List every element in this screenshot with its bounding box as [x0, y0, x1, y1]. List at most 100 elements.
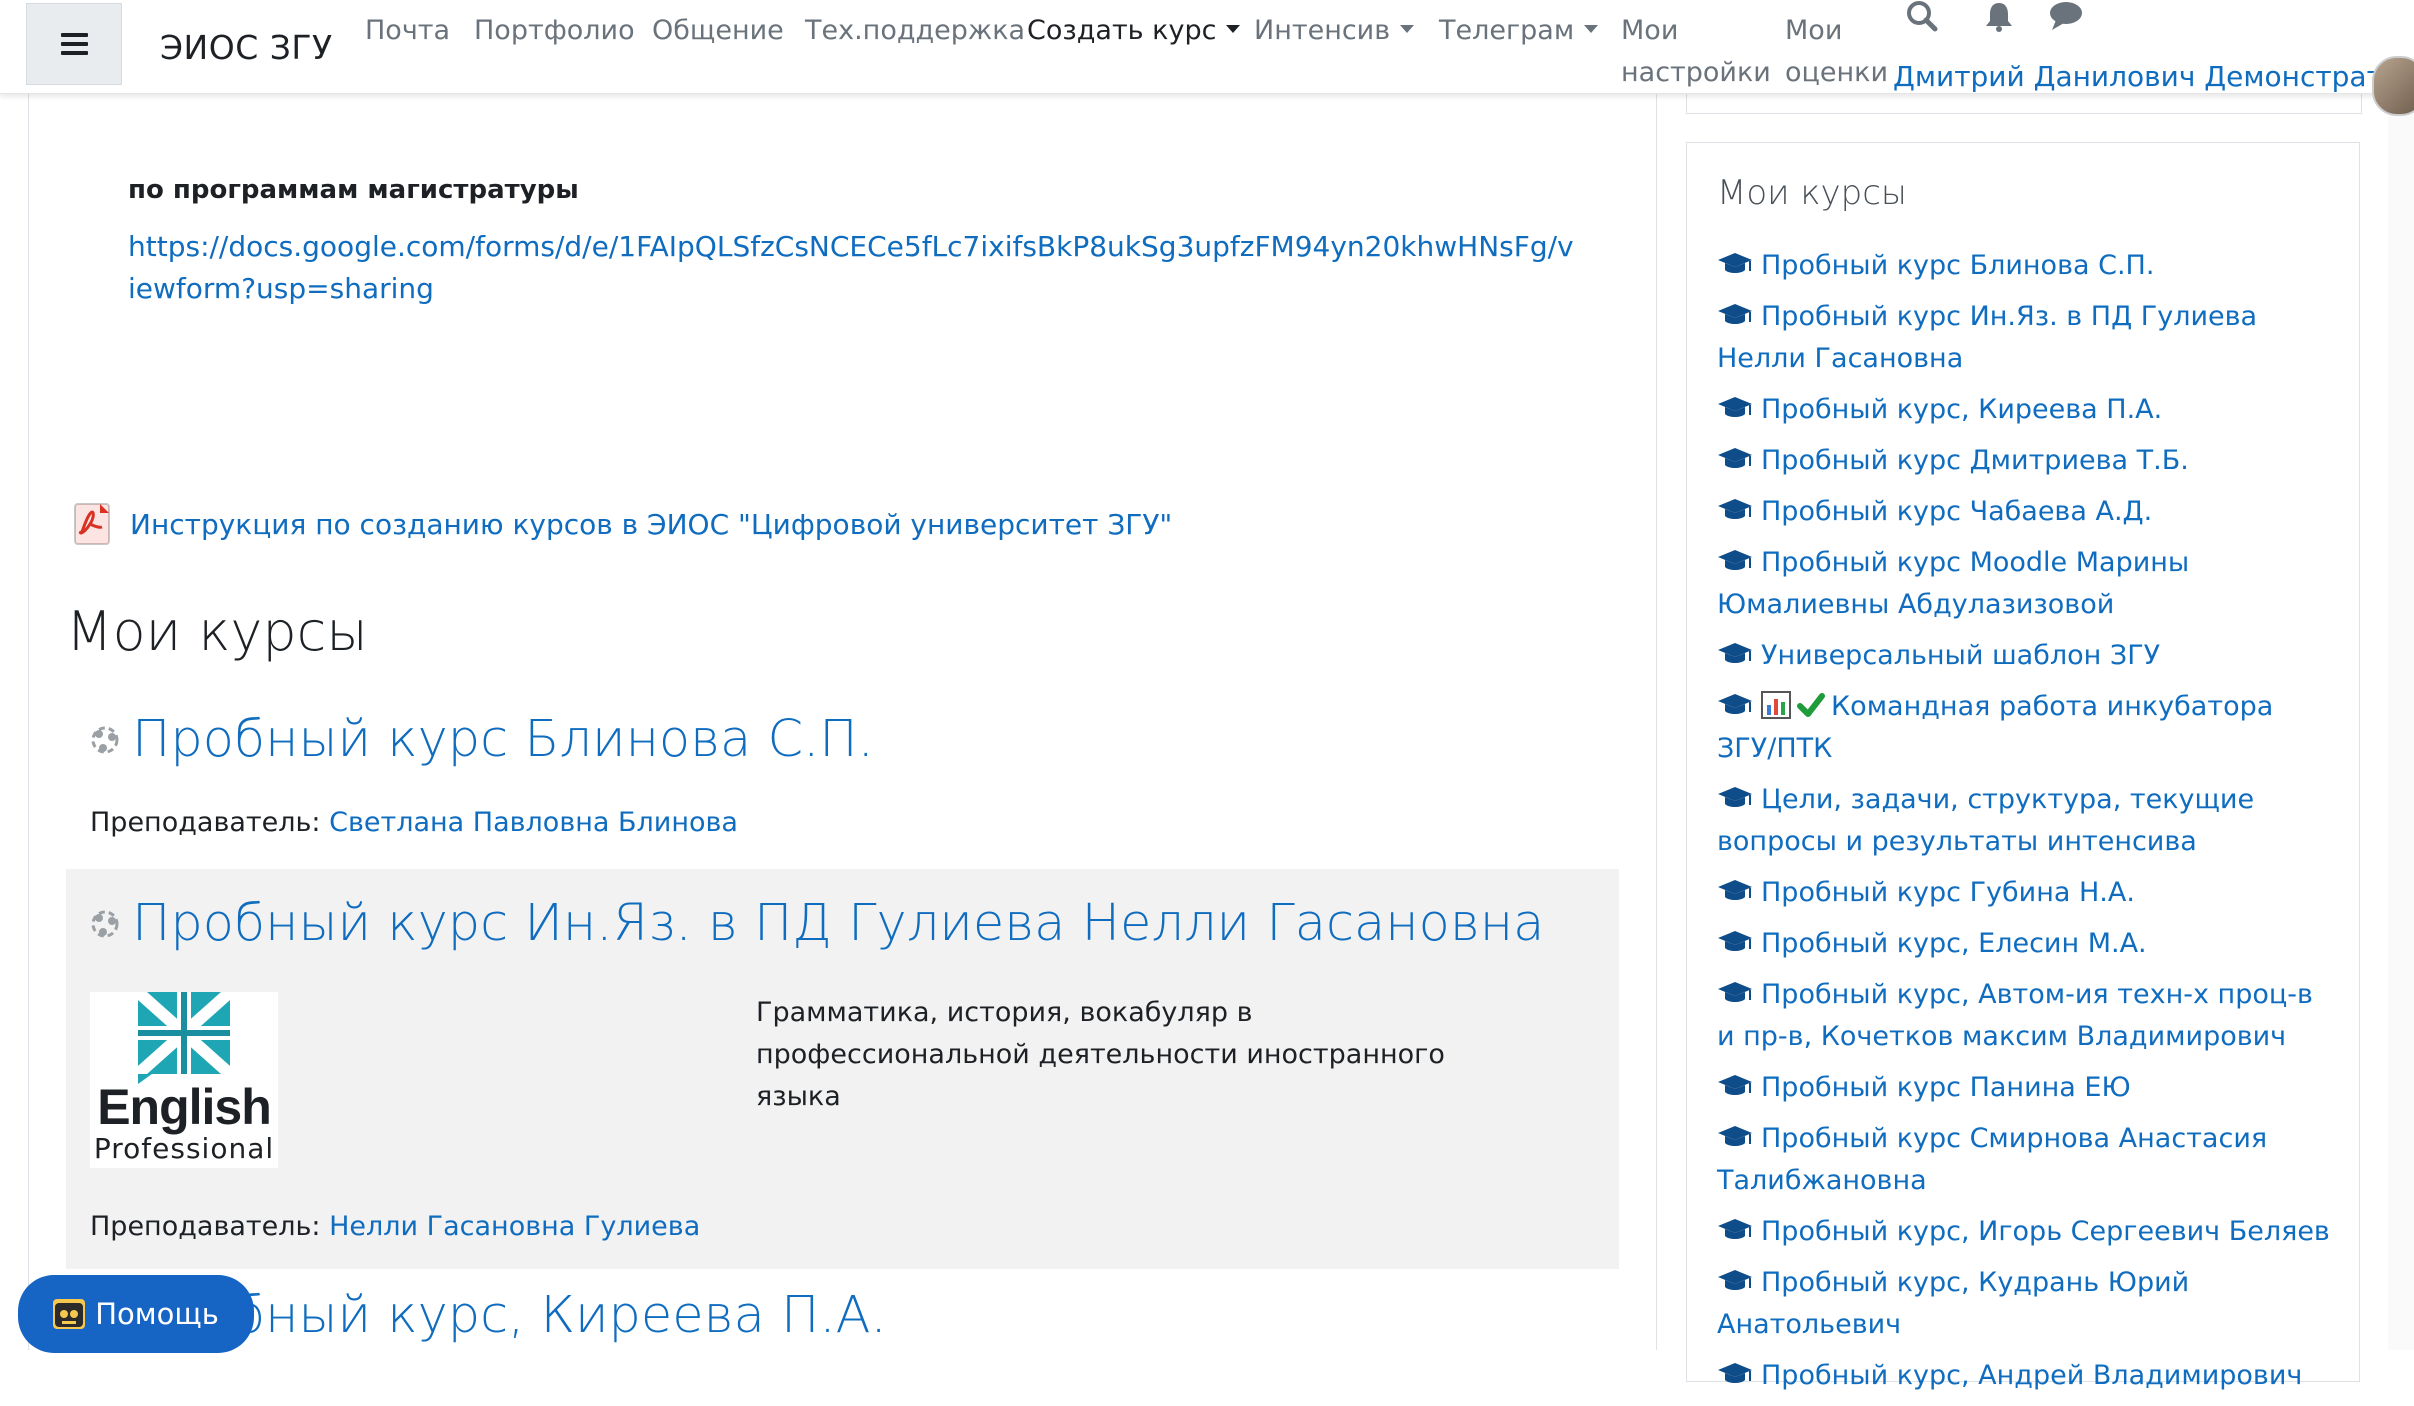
sidebar-course-label: Пробный курс Moodle Марины Юмалиевны Абд…	[1717, 547, 2190, 620]
pdf-resource-link[interactable]: Инструкция по созданию курсов в ЭИОС "Ци…	[72, 502, 1172, 546]
graduation-cap-icon	[1718, 879, 1752, 900]
sidebar-course-link[interactable]: Пробный курс Губина Н.А.	[1717, 872, 2337, 914]
sidebar-course-label: Пробный курс Панина ЕЮ	[1761, 1072, 2131, 1103]
course-item: Пробный курс Блинова С.П. Преподаватель:…	[66, 700, 1619, 860]
user-avatar[interactable]	[2372, 56, 2414, 116]
graduation-cap-icon	[1718, 642, 1752, 663]
sidebar-course-link[interactable]: Пробный курс Moodle Марины Юмалиевны Абд…	[1717, 542, 2337, 626]
nav-link-communication[interactable]: Общение	[652, 10, 784, 51]
sidebar-course-label: Пробный курс Блинова С.П.	[1761, 250, 2155, 281]
help-button-label: Помощь	[95, 1297, 219, 1331]
sidebar-course-label: Пробный курс, Киреева П.А.	[1761, 394, 2163, 425]
notification-bell-icon[interactable]	[1982, 0, 2016, 34]
sidebar-course-link[interactable]: Пробный курс, Киреева П.А.	[1717, 389, 2337, 431]
help-mascot-icon	[53, 1299, 86, 1329]
my-courses-heading: Мои курсы	[66, 600, 368, 663]
user-menu-name[interactable]: Дмитрий Данилович Демонстратор	[1893, 60, 2414, 93]
caret-down-icon	[1584, 24, 1599, 33]
sidebar-course-label: Пробный курс, Андрей Владимирович	[1761, 1360, 2303, 1391]
graduation-cap-icon	[1718, 981, 1752, 1002]
sidebar-course-label: Пробный курс Чабаева А.Д.	[1761, 496, 2153, 527]
course-icon	[91, 726, 119, 753]
top-navbar: ЭИОС ЗГУ Почта Портфолио Общение Тех.под…	[0, 0, 2414, 116]
nav-link-my-settings[interactable]: Мои настройки	[1621, 10, 1771, 94]
sidebar-prev-block	[1686, 93, 2362, 114]
hamburger-icon	[60, 33, 88, 37]
graduation-cap-icon	[1718, 930, 1752, 951]
sidebar-course-link[interactable]: Пробный курс Блинова С.П.	[1717, 245, 2337, 287]
svg-text:Professional: Professional	[94, 1132, 274, 1165]
graduation-cap-icon	[1718, 396, 1752, 417]
graduation-cap-icon	[1718, 498, 1752, 519]
sidebar-course-label: Пробный курс, Кудрань Юрий Анатольевич	[1717, 1267, 2190, 1340]
bar-chart-emoji-icon	[1761, 690, 1791, 719]
help-button[interactable]: Помощь	[18, 1275, 254, 1353]
course-image[interactable]: English Professional	[90, 987, 278, 1168]
graduation-cap-icon	[1718, 1269, 1752, 1290]
course-item: Пробный курс Ин.Яз. в ПД Гулиева Нелли Г…	[66, 869, 1619, 1269]
search-icon[interactable]	[1905, 0, 1939, 34]
masters-heading: по программам магистратуры	[128, 175, 579, 205]
nav-link-my-grades[interactable]: Мои оценки	[1785, 10, 1888, 94]
sidebar-course-link[interactable]: Пробный курс Чабаева А.Д.	[1717, 491, 2337, 533]
sidebar-course-link[interactable]: Командная работа инкубатора ЗГУ/ПТК	[1717, 686, 2337, 770]
sidebar-course-link[interactable]: Пробный курс, Игорь Сергеевич Беляев	[1717, 1211, 2337, 1253]
sidebar-course-label: Пробный курс Губина Н.А.	[1761, 877, 2135, 908]
graduation-cap-icon	[1718, 549, 1752, 570]
check-mark-icon	[1797, 692, 1825, 717]
english-professional-logo: English Professional	[90, 987, 278, 1168]
teacher-link[interactable]: Светлана Павловна Блинова	[329, 807, 738, 838]
course-summary: Грамматика, история, вокабуляр в професс…	[756, 997, 1445, 1112]
course-title-link[interactable]: Пробный курс Блинова С.П.	[132, 710, 874, 769]
sidebar-course-label: Пробный курс Ин.Яз. в ПД Гулиева Нелли Г…	[1717, 301, 2258, 374]
course-teacher-line: Преподаватель: Нелли Гасановна Гулиева	[90, 1211, 701, 1242]
messages-icon[interactable]	[2048, 0, 2084, 34]
site-brand[interactable]: ЭИОС ЗГУ	[160, 28, 333, 67]
sidebar-course-link[interactable]: Пробный курс Смирнова Анастасия Талибжан…	[1717, 1118, 2337, 1202]
caret-down-icon	[1400, 24, 1415, 33]
page-scrollbar[interactable]	[2388, 93, 2414, 1350]
graduation-cap-icon	[1718, 1074, 1752, 1095]
nav-menu-create-course[interactable]: Создать курс	[1027, 10, 1241, 51]
graduation-cap-icon	[1718, 786, 1752, 807]
caret-down-icon	[1226, 24, 1241, 33]
sidebar-course-link[interactable]: Пробный курс Ин.Яз. в ПД Гулиева Нелли Г…	[1717, 296, 2337, 380]
sidebar-course-label: Пробный курс, Автом-ия техн-х проц-в и п…	[1717, 979, 2313, 1052]
drawer-toggle-button[interactable]	[26, 3, 122, 85]
graduation-cap-icon	[1718, 1218, 1752, 1239]
course-teacher-line: Преподаватель: Светлана Павловна Блинова	[90, 807, 738, 838]
nav-link-mail[interactable]: Почта	[365, 10, 450, 51]
teacher-link[interactable]: Нелли Гасановна Гулиева	[329, 1211, 700, 1242]
sidebar-course-label: Универсальный шаблон ЗГУ	[1761, 640, 2161, 671]
block-title: Мои курсы	[1717, 173, 1907, 213]
sidebar-course-link[interactable]: Пробный курс, Кудрань Юрий Анатольевич	[1717, 1262, 2337, 1346]
pdf-link-label: Инструкция по созданию курсов в ЭИОС "Ци…	[130, 507, 1173, 541]
sidebar-course-link[interactable]: Пробный курс Панина ЕЮ	[1717, 1067, 2337, 1109]
course-title-link[interactable]: Пробный курс Ин.Яз. в ПД Гулиева Нелли Г…	[132, 894, 1544, 953]
nav-menu-intensive[interactable]: Интенсив	[1254, 10, 1415, 51]
sidebar-course-link[interactable]: Универсальный шаблон ЗГУ	[1717, 635, 2337, 677]
graduation-cap-icon	[1718, 693, 1752, 714]
my-courses-block: Мои курсы Пробный курс Блинова С.П. Пробн…	[1686, 142, 2360, 1391]
sidebar-course-link[interactable]: Пробный курс, Автом-ия техн-х проц-в и п…	[1717, 974, 2337, 1058]
graduation-cap-icon	[1718, 447, 1752, 468]
sidebar-course-list: Пробный курс Блинова С.П. Пробный курс Ин…	[1717, 245, 2337, 1406]
sidebar-course-label: Пробный курс, Игорь Сергеевич Беляев	[1761, 1216, 2330, 1247]
graduation-cap-icon	[1718, 252, 1752, 273]
course-icon	[91, 910, 119, 937]
graduation-cap-icon	[1718, 1362, 1752, 1383]
svg-text:English: English	[97, 1079, 271, 1135]
nav-menu-telegram[interactable]: Телеграм	[1439, 10, 1599, 51]
sidebar-course-link[interactable]: Пробный курс Дмитриева Т.Б.	[1717, 440, 2337, 482]
course-item: Пробный курс, Киреева П.А.	[66, 1290, 1619, 1350]
pdf-file-icon	[74, 503, 110, 545]
sidebar-course-label: Пробный курс, Елесин М.А.	[1761, 928, 2147, 959]
sidebar-course-link[interactable]: Пробный курс, Андрей Владимирович	[1717, 1355, 2337, 1397]
form-url-link[interactable]: https://docs.google.com/forms/d/e/1FAIpQ…	[128, 226, 1578, 310]
nav-link-support[interactable]: Тех.поддержка	[805, 10, 1025, 51]
nav-link-portfolio[interactable]: Портфолио	[474, 10, 635, 51]
sidebar-course-link[interactable]: Пробный курс, Елесин М.А.	[1717, 923, 2337, 965]
graduation-cap-icon	[1718, 1125, 1752, 1146]
sidebar-course-link[interactable]: Цели, задачи, структура, текущие вопросы…	[1717, 779, 2337, 863]
sidebar-course-label: Пробный курс Дмитриева Т.Б.	[1761, 445, 2189, 476]
